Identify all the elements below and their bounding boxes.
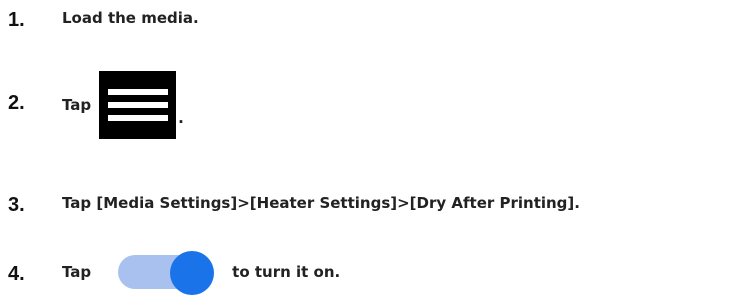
step-number: 3. xyxy=(8,194,25,216)
step-number: 2. xyxy=(8,92,25,114)
step-text: Tap to turn it on. xyxy=(62,251,341,295)
step-text: Tap . xyxy=(62,70,184,140)
toggle-knob xyxy=(170,251,215,295)
step-text: Load the media. xyxy=(62,9,199,27)
step-text-before: Tap xyxy=(62,262,92,281)
step-text-after: to turn it on. xyxy=(232,262,341,281)
step-text: Tap [Media Settings]>[Heater Settings]>[… xyxy=(62,194,580,212)
step-text-before: Tap xyxy=(62,95,92,114)
toggle-switch-on-icon xyxy=(118,251,215,295)
step-number: 1. xyxy=(8,9,25,31)
step-text-after: . xyxy=(178,108,184,127)
menu-icon xyxy=(99,71,177,139)
step-number: 4. xyxy=(8,263,25,285)
